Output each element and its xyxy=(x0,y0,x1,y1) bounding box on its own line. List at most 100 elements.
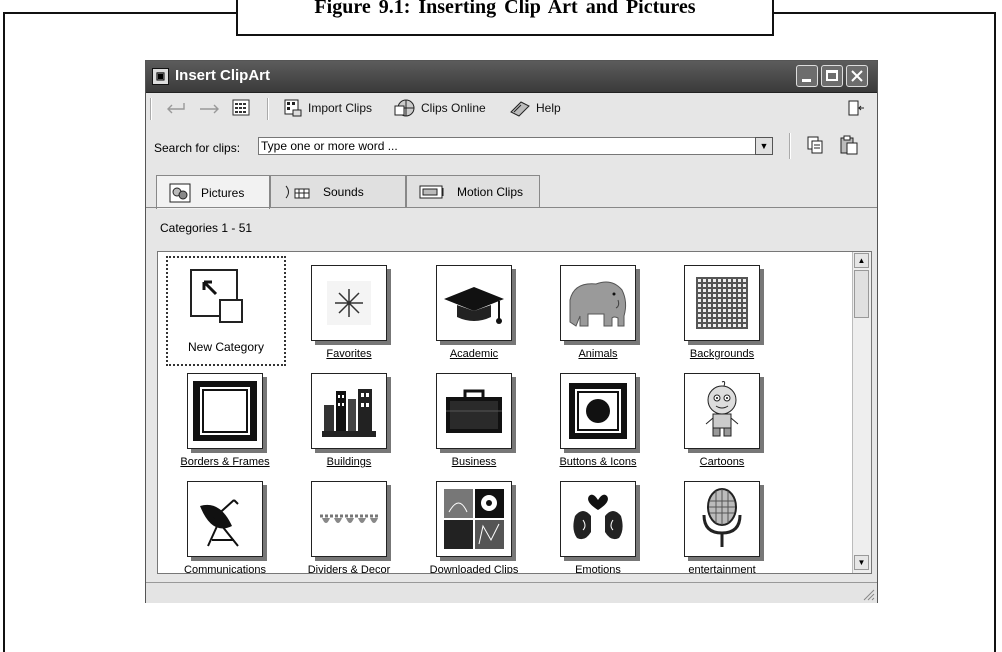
scroll-up-button[interactable]: ▲ xyxy=(854,253,869,268)
import-clips-button[interactable]: Import Clips xyxy=(283,98,372,118)
tab-divider xyxy=(146,207,877,208)
tab-motion-clips-label: Motion Clips xyxy=(457,184,524,199)
window-title: Insert ClipArt xyxy=(175,67,271,84)
paste-button[interactable] xyxy=(839,135,859,155)
category-label: entertainment xyxy=(688,564,756,574)
close-icon xyxy=(851,70,863,82)
back-button[interactable] xyxy=(164,100,186,116)
category-label: Borders & Frames xyxy=(180,456,270,468)
minimize-icon xyxy=(802,79,811,82)
category-new-category[interactable]: New Category xyxy=(166,256,286,366)
category-label: Emotions xyxy=(575,564,621,574)
grid-view-icon xyxy=(232,99,250,116)
category-cartoons[interactable]: Cartoons xyxy=(674,366,784,471)
insert-clipart-window: ▣ Insert ClipArt Import Clips Clips Onli… xyxy=(145,60,878,603)
category-label: New Category xyxy=(187,340,265,354)
chevron-down-icon: ▼ xyxy=(759,141,769,151)
title-bar[interactable]: ▣ Insert ClipArt xyxy=(146,61,877,93)
category-label: Backgrounds xyxy=(689,348,755,360)
category-emotions[interactable]: Emotions xyxy=(550,474,660,573)
category-backgrounds[interactable]: Backgrounds xyxy=(674,258,784,363)
category-label: Buttons & Icons xyxy=(559,456,637,468)
satellite-dish-icon xyxy=(187,481,263,557)
elephant-icon xyxy=(560,265,636,341)
divider-icon xyxy=(311,481,387,557)
vertical-scrollbar[interactable]: ▲ ▼ xyxy=(852,252,871,573)
scroll-thumb[interactable] xyxy=(854,270,869,318)
scroll-down-button[interactable]: ▼ xyxy=(854,555,869,570)
help-button[interactable]: Help xyxy=(509,98,561,118)
category-favorites[interactable]: Favorites xyxy=(301,258,411,363)
paste-icon xyxy=(840,135,858,155)
category-dividers-decor[interactable]: Dividers & Decor xyxy=(301,474,411,573)
sounds-icon xyxy=(285,185,310,198)
tab-sounds[interactable]: Sounds xyxy=(270,175,406,207)
graduation-cap-icon xyxy=(436,265,512,341)
category-academic[interactable]: Academic xyxy=(426,258,536,363)
back-arrow-icon xyxy=(167,103,185,114)
tab-sounds-label: Sounds xyxy=(323,184,364,199)
import-clips-icon xyxy=(284,99,302,117)
copy-button[interactable] xyxy=(806,135,824,155)
help-label: Help xyxy=(536,101,561,115)
search-label: Search for clips: xyxy=(154,141,241,155)
category-label: Buildings xyxy=(326,456,372,468)
clips-online-icon xyxy=(394,99,415,117)
category-entertainment[interactable]: entertainment xyxy=(674,474,784,573)
copy-icon xyxy=(807,136,823,154)
pictures-icon xyxy=(169,183,191,202)
tab-pictures[interactable]: Pictures xyxy=(156,175,270,209)
tab-motion-clips[interactable]: Motion Clips xyxy=(406,175,540,207)
categories-count: Categories 1 - 51 xyxy=(160,221,253,235)
category-communications[interactable]: Communications xyxy=(177,474,287,573)
category-label: Favorites xyxy=(326,348,372,360)
category-buildings[interactable]: Buildings xyxy=(301,366,411,471)
status-bar xyxy=(146,582,877,603)
category-animals[interactable]: Animals xyxy=(550,258,660,363)
button-icon xyxy=(560,373,636,449)
new-category-icon xyxy=(182,264,250,332)
close-button[interactable] xyxy=(846,65,868,87)
tab-strip: Pictures Sounds Motion Clips xyxy=(146,175,877,209)
forward-arrow-icon xyxy=(200,104,219,114)
forward-button[interactable] xyxy=(198,100,222,116)
category-downloaded-clips[interactable]: Downloaded Clips xyxy=(426,474,536,573)
favorites-icon xyxy=(311,265,387,341)
category-label: Animals xyxy=(578,348,618,360)
chevron-down-icon: ▼ xyxy=(857,558,866,567)
buildings-icon xyxy=(311,373,387,449)
resize-grip-icon[interactable] xyxy=(861,587,875,601)
category-label: Academic xyxy=(449,348,499,360)
search-bar: Search for clips: Type one or more word … xyxy=(146,128,877,162)
tab-pictures-label: Pictures xyxy=(201,185,245,200)
briefcase-icon xyxy=(436,373,512,449)
category-label: Communications xyxy=(184,564,266,574)
clipart-app-icon: ▣ xyxy=(152,68,169,85)
change-window-button[interactable] xyxy=(848,99,866,117)
clips-online-button[interactable]: Clips Online xyxy=(394,98,486,118)
minimize-button[interactable] xyxy=(796,65,818,87)
maximize-button[interactable] xyxy=(821,65,843,87)
emotions-icon xyxy=(560,481,636,557)
cartoon-character-icon xyxy=(684,373,760,449)
category-business[interactable]: Business xyxy=(426,366,536,471)
category-grid: New Category Favorites Academic Animals xyxy=(157,251,872,574)
category-label: Downloaded Clips xyxy=(429,564,519,574)
dotted-background-icon xyxy=(684,265,760,341)
category-label: Business xyxy=(451,456,497,468)
downloaded-clips-icon xyxy=(436,481,512,557)
category-buttons-icons[interactable]: Buttons & Icons xyxy=(550,366,660,471)
clips-online-label: Clips Online xyxy=(421,101,486,115)
help-icon xyxy=(510,101,530,117)
search-input[interactable]: Type one or more word ... xyxy=(258,137,766,155)
category-label: Dividers & Decor xyxy=(307,564,391,574)
category-borders-frames[interactable]: Borders & Frames xyxy=(177,366,287,471)
chevron-up-icon: ▲ xyxy=(857,256,866,265)
search-dropdown-button[interactable]: ▼ xyxy=(755,137,773,155)
view-button[interactable] xyxy=(232,99,250,116)
motion-clips-icon xyxy=(419,185,444,198)
figure-caption: Figure 9.1: Inserting Clip Art and Pictu… xyxy=(236,0,774,36)
import-clips-label: Import Clips xyxy=(308,101,373,115)
main-toolbar: Import Clips Clips Online Help xyxy=(146,93,877,123)
maximize-icon xyxy=(826,70,838,81)
